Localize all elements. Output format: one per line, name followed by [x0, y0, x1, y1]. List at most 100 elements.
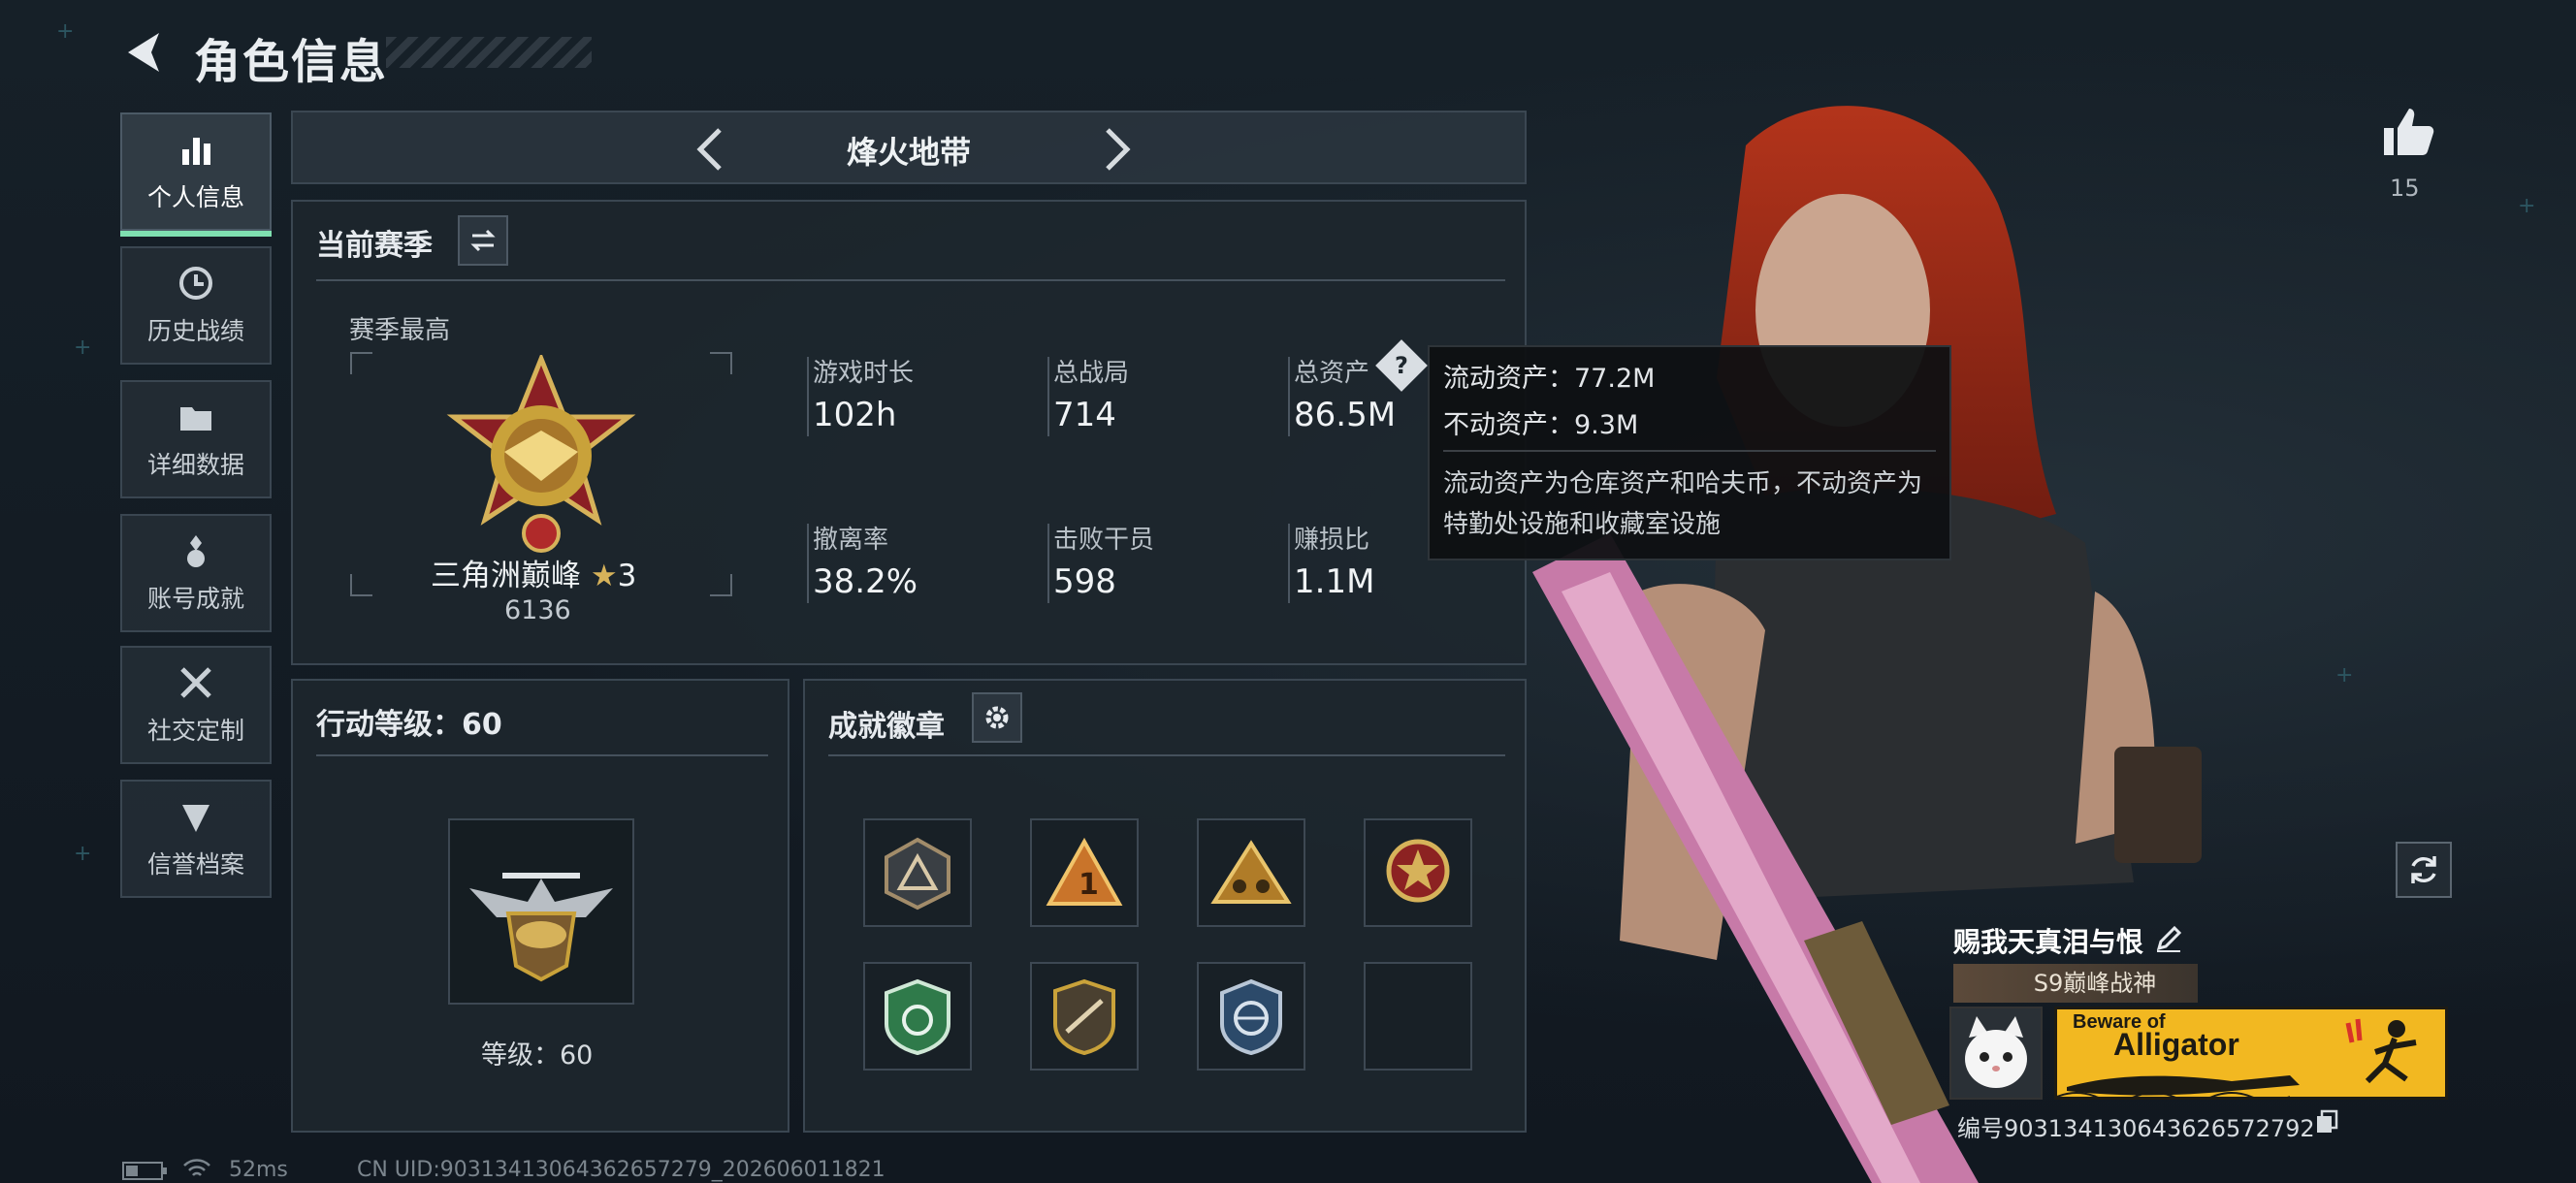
action-level-panel: 行动等级：60 等级：60 — [291, 679, 789, 1133]
page-title: 角色信息 — [194, 35, 389, 89]
stat-divider — [807, 357, 809, 436]
rifle-badge-icon — [1053, 978, 1115, 1056]
season-panel: 当前赛季 赛季最高 三角洲巅峰 ★3 6136 游戏时长 102h 总战局 71… — [291, 200, 1527, 665]
help-button[interactable]: ? — [1375, 339, 1428, 392]
globe-badge-icon — [1220, 978, 1282, 1056]
star-medal-icon — [1386, 839, 1450, 903]
rank-name-text: 三角洲巅峰 — [431, 559, 581, 593]
stat-label: 撤离率 — [813, 526, 889, 555]
divider — [316, 279, 1505, 281]
sidebar-item-label: 账号成就 — [146, 585, 244, 613]
sidebar-item-achievements[interactable]: 账号成就 — [120, 514, 272, 632]
rank-score: 6136 — [504, 595, 571, 625]
badge-slot[interactable] — [1030, 962, 1139, 1071]
shield-icon — [182, 805, 209, 832]
helicopter-emblem-icon — [469, 873, 613, 982]
history-icon — [179, 267, 212, 300]
stat-value: 86.5M — [1294, 396, 1397, 434]
sidebar-item-match-history[interactable]: 历史战绩 — [120, 246, 272, 365]
star-icon: ★ — [590, 559, 618, 593]
badge-slot[interactable] — [1364, 818, 1472, 927]
player-title-tag: S9巅峰战神 — [1953, 964, 2198, 1003]
deco-cross: + — [56, 19, 75, 44]
battery-icon — [122, 1162, 167, 1180]
rank-emblem-icon — [446, 355, 636, 553]
tooltip-description: 流动资产为仓库资产和哈夫币，不动资产为特勤处设施和收藏室设施 — [1443, 469, 1923, 539]
edit-icon[interactable] — [2153, 923, 2184, 954]
mode-selector: 烽火地带 — [291, 111, 1527, 184]
profile-banner: Beware of Alligator — [2054, 1007, 2448, 1100]
thumbs-up-icon[interactable] — [2378, 103, 2436, 161]
stat-label: 赚损比 — [1294, 526, 1370, 555]
sidebar-item-social-custom[interactable]: 社交定制 — [120, 646, 272, 764]
badges-head: 成就徽章 — [828, 710, 945, 744]
action-level-head: 行动等级：60 — [316, 708, 502, 742]
badge-slot[interactable]: 1 — [1030, 818, 1139, 927]
stat-label: 总资产 — [1294, 359, 1370, 388]
stat-label: 总战局 — [1053, 359, 1130, 388]
swap-icon — [470, 229, 496, 252]
badge-settings-button[interactable] — [972, 692, 1022, 743]
stat-divider — [1047, 524, 1049, 603]
mode-title: 烽火地带 — [846, 134, 971, 171]
level-emblem-frame — [448, 818, 634, 1005]
cat-avatar-icon — [1951, 1008, 2041, 1098]
triangle-badge-icon — [885, 837, 950, 911]
badges-panel: 成就徽章 1 — [803, 679, 1527, 1133]
season-head: 当前赛季 — [316, 229, 433, 263]
sidebar-item-label: 社交定制 — [146, 717, 244, 745]
sidebar-item-label: 详细数据 — [146, 451, 244, 479]
question-icon: ? — [1395, 351, 1408, 379]
ping-text: 52ms — [229, 1158, 288, 1182]
sidebar-item-detailed-data[interactable]: 详细数据 — [120, 380, 272, 498]
sidebar-item-reputation[interactable]: 信誉档案 — [120, 780, 272, 898]
medal-icon — [187, 535, 205, 567]
stat-value: 598 — [1053, 562, 1116, 601]
divider — [316, 754, 768, 756]
avatar[interactable] — [1949, 1007, 2043, 1100]
stat-value: 102h — [813, 396, 897, 434]
stat-divider — [1288, 357, 1290, 436]
squad-badge-icon — [1210, 840, 1292, 904]
back-arrow-icon[interactable] — [120, 27, 171, 78]
stat-label: 游戏时长 — [813, 359, 915, 388]
like-count: 15 — [2390, 175, 2420, 202]
badge-slot[interactable] — [1197, 818, 1305, 927]
tools-icon — [180, 667, 211, 698]
chevron-right-icon[interactable] — [1088, 122, 1143, 176]
gear-icon — [985, 706, 1009, 729]
deco-cross: + — [2335, 663, 2354, 687]
copy-icon[interactable] — [2314, 1109, 2339, 1135]
first-place-badge-icon: 1 — [1046, 837, 1123, 906]
refresh-button[interactable] — [2396, 842, 2452, 898]
green-shield-badge-icon — [885, 978, 950, 1056]
sidebar-item-personal-info[interactable]: 个人信息 — [120, 112, 272, 237]
stat-label: 击败干员 — [1053, 526, 1155, 555]
folder-icon — [180, 407, 211, 431]
deco-cross: + — [74, 842, 92, 866]
title-decoration — [386, 37, 592, 68]
level-text: 等级：60 — [481, 1040, 594, 1071]
banner-big-text: Alligator — [2113, 1027, 2239, 1062]
asset-tooltip: 流动资产：77.2M 不动资产：9.3M 流动资产为仓库资产和哈夫币，不动资产为… — [1428, 345, 1951, 560]
season-best-label: 赛季最高 — [349, 316, 451, 345]
badge-slot[interactable] — [863, 818, 972, 927]
sidebar-item-label: 历史战绩 — [146, 317, 244, 345]
switch-season-button[interactable] — [458, 215, 508, 266]
divider — [1443, 450, 1936, 452]
stat-divider — [807, 524, 809, 603]
stat-value: 1.1M — [1294, 562, 1375, 601]
uid-text: CN UID:903134130643626572​79_20260601182… — [357, 1158, 886, 1182]
player-id: 编号903134130643626572792 — [1957, 1115, 2315, 1142]
badge-slot-empty[interactable] — [1364, 962, 1472, 1071]
stat-divider — [1047, 357, 1049, 436]
badge-slot[interactable] — [863, 962, 972, 1071]
svg-text:1: 1 — [1079, 868, 1099, 902]
running-figure-icon — [2345, 1018, 2417, 1084]
refresh-icon — [2411, 856, 2436, 883]
player-name: 赐我天真泪与恨 — [1953, 926, 2144, 958]
stats-icon — [182, 138, 210, 165]
divider — [828, 754, 1505, 756]
deco-cross: + — [74, 336, 92, 360]
badge-slot[interactable] — [1197, 962, 1305, 1071]
